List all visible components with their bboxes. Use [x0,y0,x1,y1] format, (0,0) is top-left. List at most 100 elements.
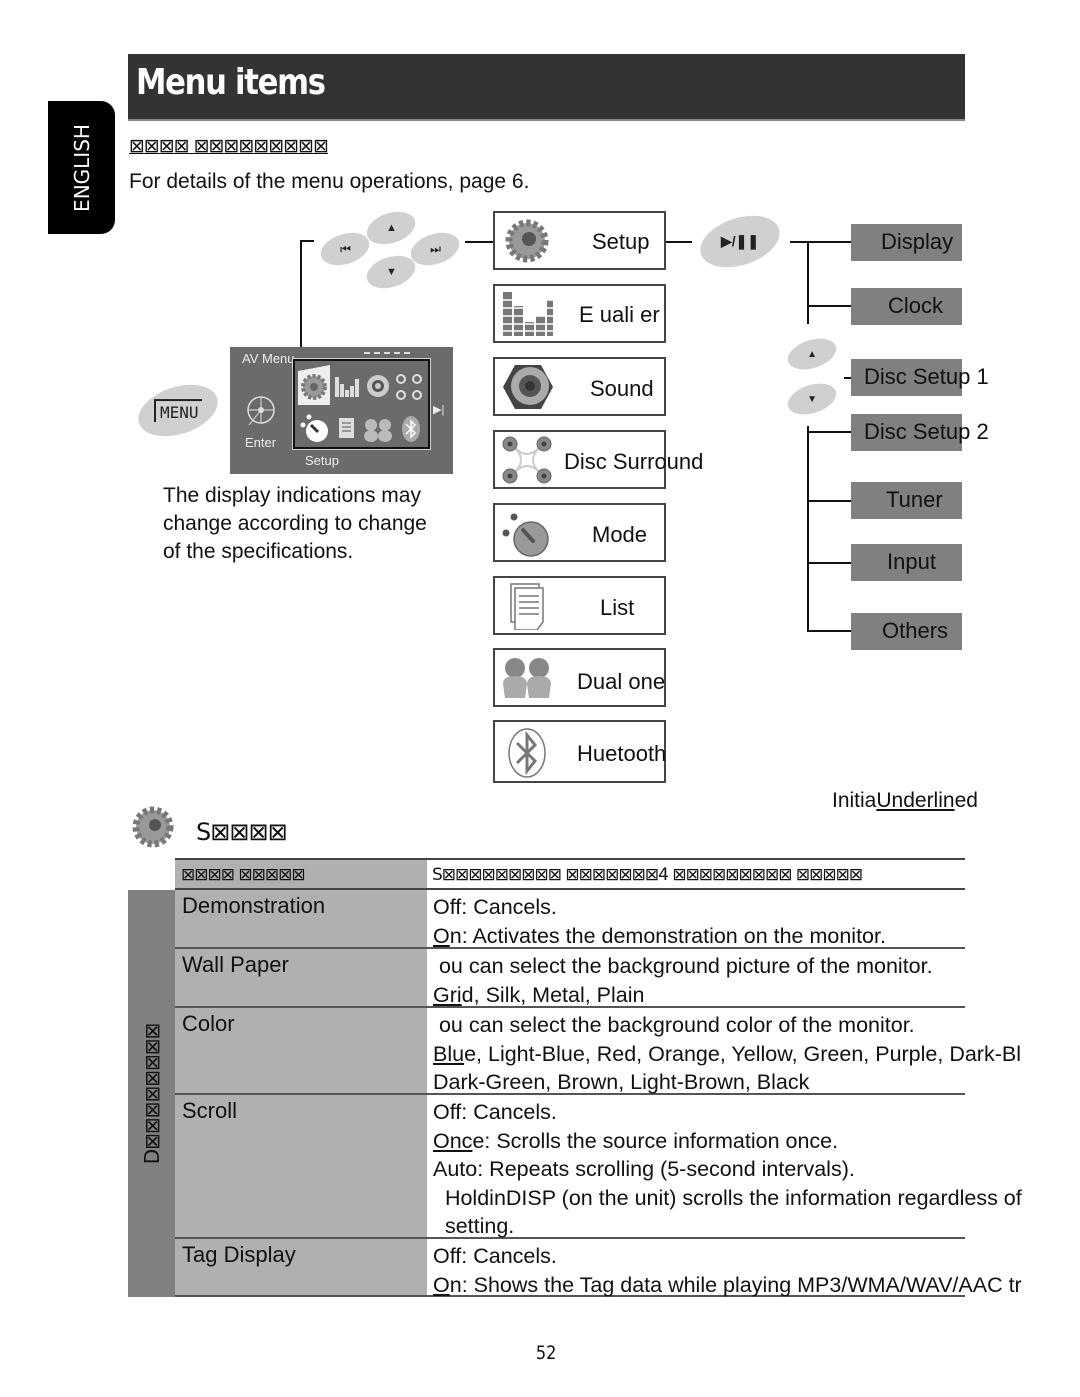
description-line: ou can select the background color of th… [433,1011,1021,1040]
menu-item-label: Disc Surround [564,449,704,474]
menu-item-label: Setup [592,229,650,254]
line-text: Auto: Repeats scrolling (5-second interv… [433,1157,855,1181]
description-line: Off: Cancels. [433,1242,1022,1271]
list-icon [339,418,354,438]
menu-icon-grid [292,358,431,450]
table-header: ⊠⊠⊠⊠ ⊠⊠⊠⊠⊠ S⊠⊠⊠⊠⊠⊠⊠⊠⊠ ⊠⊠⊠⊠⊠⊠⊠4 ⊠⊠⊠⊠⊠⊠⊠⊠⊠… [175,858,965,890]
description-line: On: Shows the Tag data while playing MP3… [433,1271,1022,1300]
line-text: Off: Cancels. [433,1244,557,1268]
av-menu-screen: AV Menu Enter ▶| Setup [230,347,453,474]
description-line: Once: Scrolls the source information onc… [433,1127,1022,1156]
underlined-default: Blu [433,1041,465,1066]
menu-item-list[interactable]: List [493,576,666,635]
description-line: Auto: Repeats scrolling (5-second interv… [433,1155,1022,1184]
submenu-label: Disc Setup 1 [864,364,989,389]
av-menu-title: AV Menu [242,351,295,366]
sub-up-button[interactable]: ▲ [783,332,841,376]
indicator-dashes [364,352,410,355]
next-track-icon: ⏭ [429,241,441,256]
mode-dial-icon [300,414,328,442]
play-pause-button[interactable]: ▶/❚❚ [693,206,787,277]
connector-line [300,240,314,242]
connector-line [807,431,851,433]
connector-line [807,562,851,564]
description-line: On: Activates the demonstration on the m… [433,922,886,951]
menu-button[interactable]: MENU [131,375,225,446]
dual-zone-icon [503,658,551,698]
sub-down-button[interactable]: ▼ [783,377,841,421]
submenu-label: Others [882,618,949,643]
table-row: Scroll Off: Cancels. Once: Scrolls the sou… [175,1095,1022,1239]
prev-button[interactable]: ⏮ [316,227,374,271]
initial-underlined-note: InitiaUnderlined [832,789,978,813]
connector-line [790,241,851,243]
submenu-item-others[interactable]: Others [851,613,962,650]
connector-line [807,305,851,307]
submenu-item-disc-setup-1[interactable]: Disc Setup 1 [851,359,989,396]
line-text: HoldinDISP (on the unit) scrolls the inf… [433,1185,1022,1210]
intro-text: For details of the menu operations, page… [129,170,530,193]
surround-icon [502,436,552,484]
line-text: Dark-Green, Brown, Light-Brown, Black [433,1070,810,1094]
note-underlined: Underlin [876,789,955,812]
submenu-item-input[interactable]: Input [851,544,962,581]
description-line: Dark-Green, Brown, Light-Brown, Black [433,1068,1021,1097]
menu-item-label: E uali er [579,302,660,327]
surround-icon [396,374,422,400]
up-button[interactable]: ▲ [362,206,420,250]
underlined-default: O [433,1272,450,1297]
dual-zone-icon [364,419,392,442]
table-row: Wall Paper ou can select the background … [175,949,965,1008]
menu-button-label: MENU [154,399,202,422]
line-text: n: Activates the demonstration on the mo… [449,923,886,948]
menu-item-dual-zone[interactable]: Dual one [493,648,666,707]
connector-line [844,377,851,379]
submenu-item-clock[interactable]: Clock [851,288,962,325]
line-text: Off: Cancels. [433,895,557,919]
menu-item-bluetooth[interactable]: Huetooth [493,720,666,783]
note-line: The display indications may [163,484,421,507]
table-row: Color ou can select the background color… [175,1008,1021,1095]
menu-item-label: Huetooth [577,741,667,766]
page-title-bar: Menu items [128,54,965,121]
enter-target-icon [247,396,275,426]
submenu-item-tuner[interactable]: Tuner [851,482,962,519]
gear-icon [301,374,327,400]
note-line: of the specifications. [163,540,354,563]
description-line: ou can select the background picture of … [433,952,933,981]
menu-item-equalizer[interactable]: E uali er [493,284,666,343]
menu-item-sound[interactable]: Sound [493,357,666,416]
connector-line [807,241,809,324]
connector-line [300,240,302,362]
line-text: n: Shows the Tag data while playing MP3/… [449,1272,1022,1297]
table-row: Demonstration Off: Cancels. On: Activates … [175,890,965,949]
item-name: Scroll [175,1095,427,1237]
note-suffix: ed [954,789,978,812]
equalizer-icon [335,377,359,397]
up-arrow-icon: ▲ [385,222,397,235]
description-line: Off: Cancels. [433,1098,1022,1127]
submenu-item-disc-setup-2[interactable]: Disc Setup 2 [851,414,989,451]
speaker-icon [503,365,553,409]
connector-line [807,630,851,632]
underlined-default: Onc [433,1128,473,1153]
mode-dial-icon [502,513,549,557]
submenu-label: Tuner [886,487,943,512]
line-text: e, Light-Blue, Red, Orange, Yellow, Gree… [464,1041,1021,1066]
submenu-item-display[interactable]: Display [851,224,962,261]
down-arrow-icon: ▼ [385,266,397,279]
enter-label: Enter [245,435,277,450]
line-text: Off: Cancels. [433,1100,557,1124]
item-description: Off: Cancels. On: Activates the demonstra… [433,893,886,950]
description-line: Blue, Light-Blue, Red, Orange, Yellow, G… [433,1040,1021,1069]
submenu-label: Clock [888,293,944,318]
prev-track-icon: ⏮ [339,241,351,256]
underlined-default: O [433,923,450,948]
menu-item-mode[interactable]: Mode [493,503,666,562]
item-description: ou can select the background picture of … [433,952,933,1009]
description-line: Grid, Silk, Metal, Plain [433,981,933,1010]
description-line: Off: Cancels. [433,893,886,922]
menu-item-setup[interactable]: Setup [493,211,666,270]
item-description: ou can select the background color of th… [433,1011,1021,1097]
menu-item-disc-surround[interactable]: Disc Surround [493,430,703,489]
